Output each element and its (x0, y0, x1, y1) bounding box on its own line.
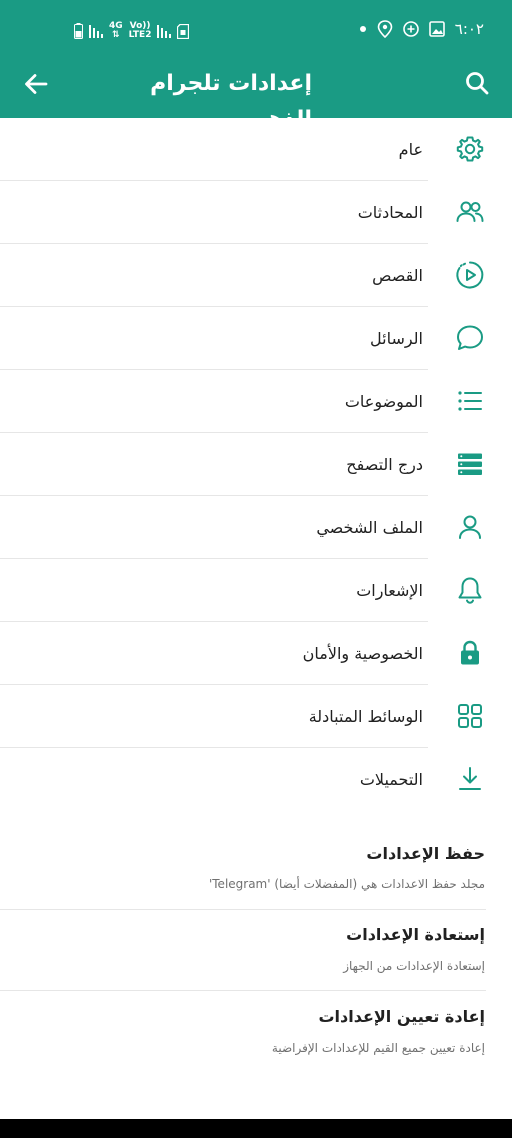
save-settings-subtitle: مجلد حفظ الاعدادات هي (المفضلات أيضا) 'T… (208, 877, 485, 891)
volte-indicator: Vo)) LTE2 (128, 21, 152, 40)
menu-item-label: درج التصفح (346, 455, 423, 474)
status-left: 4G ⇅ Vo)) LTE2 (74, 21, 190, 40)
menu-item-notifications[interactable]: الإشعارات (0, 559, 512, 622)
dot-icon (359, 26, 366, 32)
clock: ٦:٠٢ (454, 20, 484, 38)
bell-icon (458, 577, 482, 604)
system-navigation-bar (0, 1119, 512, 1138)
app-bar: 4G ⇅ Vo)) LTE2 ٦:٠٢ إعدادات تلجرام الذهب… (0, 0, 512, 132)
menu-item-messages[interactable]: الرسائل (0, 307, 512, 370)
status-right: ٦:٠٢ (359, 20, 484, 38)
gear-icon (456, 136, 484, 162)
reset-settings-subtitle: إعادة تعيين جميع القيم للإعدادات الإفراض… (271, 1041, 485, 1055)
menu-item-label: الملف الشخصي (316, 518, 423, 537)
menu-item-label: الرسائل (370, 329, 423, 348)
signal-icon-2 (157, 25, 172, 38)
battery-icon (74, 23, 83, 39)
reset-settings-item[interactable]: إعادة تعيين الإعدادات إعادة تعيين جميع ا… (0, 991, 512, 1071)
menu-item-privacy-security[interactable]: الخصوصية والأمان (0, 622, 512, 685)
story-play-icon (456, 261, 484, 289)
search-button[interactable] (460, 66, 496, 102)
page-title: إعدادات تلجرام الذهبي (150, 71, 312, 132)
lock-icon (461, 640, 479, 665)
menu-item-label: التحميلات (359, 770, 423, 789)
arrow-back-icon (25, 74, 48, 94)
add-circle-icon (402, 21, 419, 37)
menu-item-general[interactable]: عام (0, 118, 512, 181)
menu-item-label: الإشعارات (356, 581, 423, 600)
status-bar: 4G ⇅ Vo)) LTE2 ٦:٠٢ (0, 0, 512, 56)
menu-item-downloads[interactable]: التحميلات (0, 748, 512, 811)
people-icon (456, 201, 484, 222)
menu-item-profile[interactable]: الملف الشخصي (0, 496, 512, 559)
person-icon (459, 515, 481, 539)
save-settings-title: حفظ الإعدادات (366, 844, 485, 863)
restore-settings-subtitle: إستعادة الإعدادات من الجهاز (343, 959, 485, 973)
download-icon (459, 767, 481, 790)
menu-item-label: الوسائط المتبادلة (308, 707, 423, 726)
settings-list: عام المحادثات القصص الرسائل الموضوعات در… (0, 118, 512, 811)
network-type: 4G ⇅ (109, 21, 123, 40)
back-button[interactable] (20, 68, 52, 100)
menu-item-navigation-drawer[interactable]: درج التصفح (0, 433, 512, 496)
save-settings-item[interactable]: حفظ الإعدادات مجلد حفظ الاعدادات هي (الم… (0, 830, 512, 910)
menu-item-stories[interactable]: القصص (0, 244, 512, 307)
menu-item-label: القصص (372, 266, 423, 285)
drawer-icon (458, 453, 482, 475)
menu-item-label: الخصوصية والأمان (302, 644, 423, 663)
signal-icon (89, 25, 103, 38)
reset-settings-title: إعادة تعيين الإعدادات (318, 1007, 485, 1026)
menu-item-label: المحادثات (357, 203, 423, 222)
restore-settings-item[interactable]: إستعادة الإعدادات إستعادة الإعدادات من ا… (0, 910, 512, 991)
sim-card-icon (177, 23, 190, 39)
chat-bubble-icon (457, 325, 483, 350)
menu-item-label: الموضوعات (344, 392, 423, 411)
location-icon (377, 20, 393, 38)
menu-item-shared-media[interactable]: الوسائط المتبادلة (0, 685, 512, 748)
list-icon (458, 391, 482, 411)
menu-item-chats[interactable]: المحادثات (0, 181, 512, 244)
menu-item-themes[interactable]: الموضوعات (0, 370, 512, 433)
restore-settings-title: إستعادة الإعدادات (346, 925, 485, 944)
search-icon (466, 72, 489, 95)
grid-icon (458, 704, 482, 728)
menu-item-label: عام (398, 140, 423, 159)
image-icon (428, 21, 445, 37)
